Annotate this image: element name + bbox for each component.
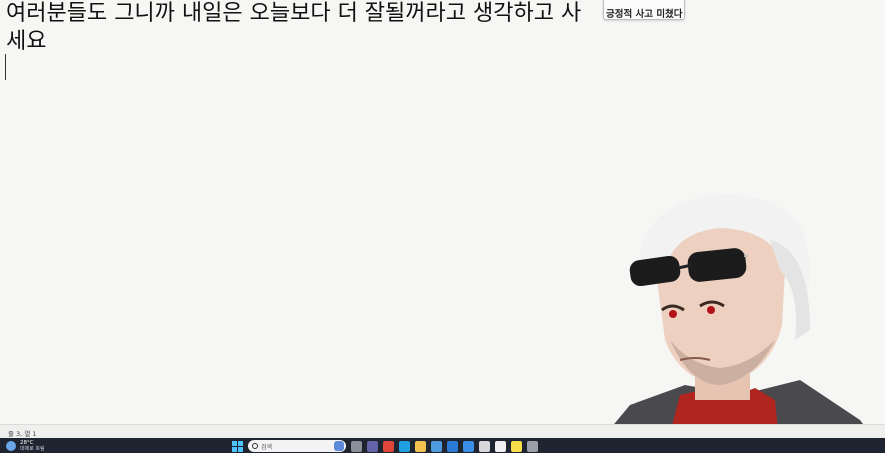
weather-widget[interactable]: 28°C 대체로 흐림 <box>6 439 45 453</box>
search-icon <box>252 443 258 449</box>
taskbar-apps: 검색 <box>232 440 538 452</box>
settings-icon[interactable] <box>527 440 538 452</box>
search-placeholder: 검색 <box>261 443 273 451</box>
taskbar-search[interactable]: 검색 <box>248 440 346 452</box>
kakaotalk-icon[interactable] <box>511 440 522 452</box>
windows-start-icon[interactable] <box>232 440 243 452</box>
search-highlight-icon <box>334 441 344 451</box>
overlay-window: 긍정적 사고 미쳤다 <box>603 0 685 20</box>
task-view-icon[interactable] <box>351 440 362 452</box>
weather-cloud-icon <box>6 441 16 451</box>
chrome-icon[interactable] <box>383 440 394 452</box>
text-caret <box>5 54 6 80</box>
text-editor[interactable]: 여러분들도 그니까 내일은 오늘보다 더 잘될꺼라고 생각하고 사세요 <box>0 0 600 424</box>
taskbar: 28°C 대체로 흐림 검색 <box>0 438 885 453</box>
status-bar: 줄 3, 열 1 <box>0 424 885 438</box>
file-explorer-icon[interactable] <box>415 440 426 452</box>
overlay-title <box>608 0 682 3</box>
calendar-icon[interactable] <box>431 440 442 452</box>
document-text[interactable]: 여러분들도 그니까 내일은 오늘보다 더 잘될꺼라고 생각하고 사세요 <box>6 0 596 56</box>
edge-icon[interactable] <box>399 440 410 452</box>
overlay-caption: 긍정적 사고 미쳤다 <box>606 9 683 20</box>
screen: 여러분들도 그니까 내일은 오늘보다 더 잘될꺼라고 생각하고 사세요 긍정적 … <box>0 0 885 453</box>
capcut-icon[interactable] <box>495 440 506 452</box>
mail-icon[interactable] <box>447 440 458 452</box>
app-icon[interactable] <box>479 440 490 452</box>
store-icon[interactable] <box>463 440 474 452</box>
teams-icon[interactable] <box>367 440 378 452</box>
cursor-position: 줄 3, 열 1 <box>8 430 37 438</box>
avatar-image <box>590 194 885 453</box>
weather-condition: 대체로 흐림 <box>20 446 45 452</box>
